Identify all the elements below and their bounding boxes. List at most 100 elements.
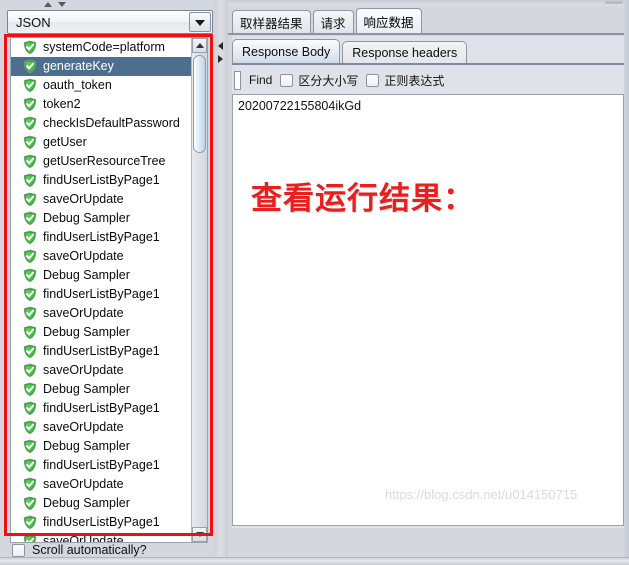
list-item[interactable]: Debug Sampler (11, 209, 192, 228)
find-input[interactable] (234, 70, 241, 90)
list-item-label: Debug Sampler (43, 325, 130, 339)
list-item[interactable]: saveOrUpdate (11, 304, 192, 323)
outer-tab-1[interactable]: 请求 (312, 10, 354, 34)
render-format-combobox[interactable]: JSON (7, 10, 213, 34)
list-item[interactable]: saveOrUpdate (11, 190, 192, 209)
list-item[interactable]: findUserListByPage1 (11, 171, 192, 190)
outer-tab-underline (228, 33, 629, 35)
find-label: Find (249, 73, 273, 87)
list-item[interactable]: findUserListByPage1 (11, 342, 192, 361)
match-case-label: 区分大小写 (298, 73, 359, 88)
green-shield-check-icon (23, 420, 37, 435)
scroll-automatically-label: Scroll automatically? (32, 543, 147, 557)
list-item-label: findUserListByPage1 (43, 401, 160, 415)
list-item-label: saveOrUpdate (43, 420, 124, 434)
results-list-scrollbar[interactable] (191, 38, 207, 542)
scroll-down-arrow-icon[interactable] (192, 527, 207, 542)
list-item-label: saveOrUpdate (43, 249, 124, 263)
right-detail-panel: 取样器结果 请求 响应数据 Response Body Response header… (228, 0, 629, 565)
list-item-label: Debug Sampler (43, 382, 130, 396)
green-shield-check-icon (23, 344, 37, 359)
outer-tab-0[interactable]: 取样器结果 (232, 10, 311, 34)
response-body-textarea[interactable]: 20200722155804ikGd 查看运行结果： https://blog.… (232, 94, 624, 526)
inner-tab-1[interactable]: Response headers (342, 41, 468, 63)
green-shield-check-icon (23, 382, 37, 397)
scroll-automatically-checkbox[interactable]: Scroll automatically? (12, 543, 147, 557)
green-shield-check-icon (23, 230, 37, 245)
list-item-label: Debug Sampler (43, 211, 130, 225)
match-case-option[interactable]: 区分大小写 (280, 72, 358, 89)
list-item-label: systemCode=platform (43, 40, 165, 54)
response-body-text: 20200722155804ikGd (238, 99, 362, 113)
list-item-label: saveOrUpdate (43, 477, 124, 491)
green-shield-check-icon (23, 363, 37, 378)
green-shield-check-icon (23, 515, 37, 530)
list-item-label: getUser (43, 135, 87, 149)
list-item[interactable]: findUserListByPage1 (11, 228, 192, 247)
triangle-left-icon[interactable] (218, 55, 223, 63)
triangle-right-icon[interactable] (218, 42, 223, 50)
list-item[interactable]: token2 (11, 95, 192, 114)
response-data-panel: Response Body Response headers Find 区分大小写… (232, 36, 624, 528)
scroll-up-arrow-icon[interactable] (192, 38, 207, 53)
green-shield-check-icon (23, 78, 37, 93)
split-pane-divider[interactable] (214, 0, 228, 565)
list-item-label: saveOrUpdate (43, 363, 124, 377)
list-item[interactable]: getUser (11, 133, 192, 152)
chevron-down-icon (195, 20, 205, 26)
list-item[interactable]: oauth_token (11, 76, 192, 95)
green-shield-check-icon (23, 173, 37, 188)
match-case-checkbox[interactable] (280, 73, 294, 87)
spinner-arrows[interactable] (44, 1, 74, 9)
list-item[interactable]: Debug Sampler (11, 266, 192, 285)
list-item[interactable]: Debug Sampler (11, 494, 192, 513)
list-item[interactable]: Debug Sampler (11, 323, 192, 342)
checkbox-box[interactable] (12, 543, 25, 557)
green-shield-check-icon (23, 135, 37, 150)
outer-tab-bar[interactable]: 取样器结果 请求 响应数据 (232, 8, 424, 34)
inner-tab-underline (232, 63, 624, 65)
list-item-label: oauth_token (43, 78, 112, 92)
green-shield-check-icon (23, 116, 37, 131)
window-bottom-edge (0, 557, 629, 565)
outer-tab-2[interactable]: 响应数据 (355, 8, 422, 34)
find-toolbar: Find 区分大小写 正则表达式 (232, 68, 624, 92)
list-item-label: checkIsDefaultPassword (43, 116, 180, 130)
list-item[interactable]: saveOrUpdate (11, 361, 192, 380)
list-item-label: findUserListByPage1 (43, 287, 160, 301)
list-item[interactable]: findUserListByPage1 (11, 285, 192, 304)
list-item[interactable]: checkIsDefaultPassword (11, 114, 192, 133)
list-item-label: Debug Sampler (43, 268, 130, 282)
results-list[interactable]: systemCode=platform generateKey oauth_toke… (11, 38, 192, 542)
results-list-container: systemCode=platform generateKey oauth_toke… (10, 37, 208, 543)
scrollbar-thumb[interactable] (193, 55, 206, 153)
list-item-label: saveOrUpdate (43, 306, 124, 320)
list-item[interactable]: findUserListByPage1 (11, 513, 192, 532)
green-shield-check-icon (23, 192, 37, 207)
list-item[interactable]: Debug Sampler (11, 380, 192, 399)
list-item[interactable]: saveOrUpdate (11, 475, 192, 494)
list-item[interactable]: findUserListByPage1 (11, 399, 192, 418)
list-item[interactable]: saveOrUpdate (11, 247, 192, 266)
inner-tab-0[interactable]: Response Body (232, 39, 341, 63)
list-item[interactable]: generateKey (11, 57, 192, 76)
green-shield-check-icon (23, 59, 37, 74)
list-item[interactable]: saveOrUpdate (11, 532, 192, 542)
list-item-label: findUserListByPage1 (43, 344, 160, 358)
list-item[interactable]: findUserListByPage1 (11, 456, 192, 475)
regex-option[interactable]: 正则表达式 (366, 72, 444, 89)
list-item[interactable]: saveOrUpdate (11, 418, 192, 437)
list-item[interactable]: systemCode=platform (11, 38, 192, 57)
regex-checkbox[interactable] (366, 73, 380, 87)
triangle-down-icon[interactable] (58, 2, 66, 7)
list-item[interactable]: Debug Sampler (11, 437, 192, 456)
list-item[interactable]: getUserResourceTree (11, 152, 192, 171)
list-item-label: token2 (43, 97, 81, 111)
inner-tab-bar[interactable]: Response Body Response headers (232, 39, 469, 63)
green-shield-check-icon (23, 325, 37, 340)
list-item-label: findUserListByPage1 (43, 230, 160, 244)
regex-label: 正则表达式 (384, 73, 445, 88)
triangle-up-icon[interactable] (44, 2, 52, 7)
render-format-dropdown-button[interactable] (189, 12, 211, 32)
list-item-label: generateKey (43, 59, 114, 73)
